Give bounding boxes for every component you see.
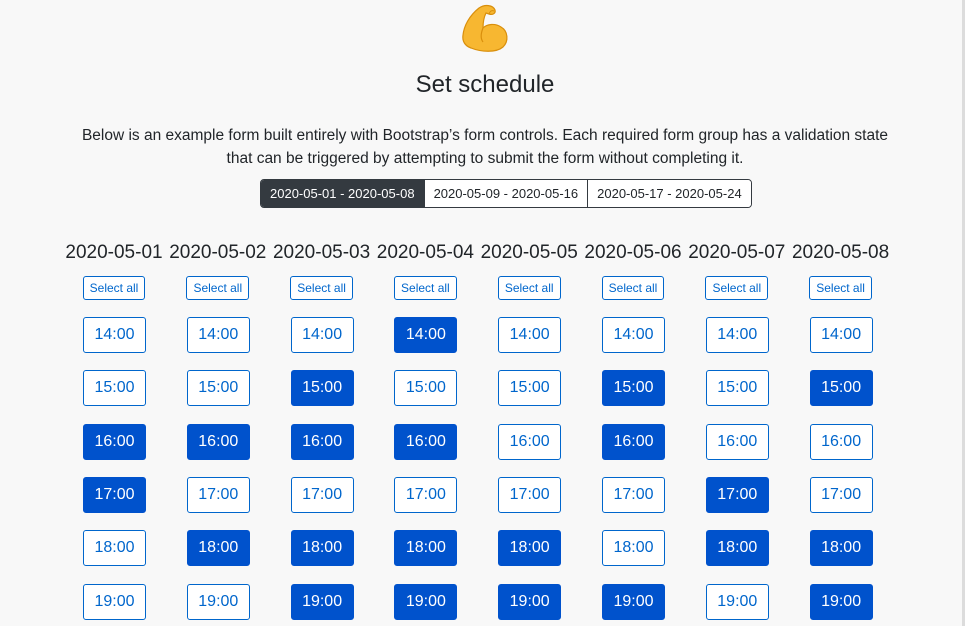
day-header: 2020-05-08 xyxy=(791,242,890,263)
day-column: 2020-05-01 Select all 14:00 15:00 16:00 17:00… xyxy=(62,240,166,620)
day-column: 2020-05-02 Select all 14:00 15:00 16:00 17:00… xyxy=(166,240,270,620)
time-slot-button[interactable]: 17:00 xyxy=(705,476,769,513)
week-tab[interactable]: 2020-05-01 - 2020-05-08 xyxy=(261,180,424,207)
time-slot-button[interactable]: 16:00 xyxy=(602,423,665,460)
time-slot-button[interactable]: 14:00 xyxy=(83,317,146,353)
day-column: 2020-05-05 Select all 14:00 15:00 16:00 17:00… xyxy=(477,240,581,620)
time-slot-button[interactable]: 14:00 xyxy=(809,317,873,353)
time-slot-button[interactable]: 15:00 xyxy=(705,370,769,407)
time-slot-button[interactable]: 19:00 xyxy=(83,583,146,620)
week-range-selector: 2020-05-01 - 2020-05-08 2020-05-09 - 2020… xyxy=(260,179,752,208)
time-slot-button[interactable]: 17:00 xyxy=(394,476,458,513)
time-slot-button[interactable]: 18:00 xyxy=(186,530,250,567)
time-slot-button[interactable]: 15:00 xyxy=(498,370,562,407)
time-slot-button[interactable]: 17:00 xyxy=(83,476,146,513)
time-slot-button[interactable]: 19:00 xyxy=(186,583,250,620)
time-slot-button[interactable]: 19:00 xyxy=(394,583,458,620)
time-slot-button[interactable]: 18:00 xyxy=(290,530,354,567)
day-column: 2020-05-07 Select all 14:00 15:00 16:00 17:00… xyxy=(685,240,789,620)
description-text: Below is an example form built entirely … xyxy=(81,127,889,167)
select-all-button[interactable]: Select all xyxy=(601,276,665,300)
time-slot-button[interactable]: 15:00 xyxy=(394,370,458,407)
time-slot-button[interactable]: 14:00 xyxy=(705,317,769,353)
time-slot-button[interactable]: 16:00 xyxy=(186,423,250,460)
time-slot-button[interactable]: 19:00 xyxy=(602,583,665,620)
day-header: 2020-05-02 xyxy=(169,242,267,263)
time-slot-button[interactable]: 16:00 xyxy=(394,423,458,460)
time-slot-button[interactable]: 18:00 xyxy=(394,530,458,567)
time-slot-button[interactable]: 14:00 xyxy=(498,317,562,353)
day-column: 2020-05-06 Select all 14:00 15:00 16:00 17:00… xyxy=(581,240,685,620)
time-slot-button[interactable]: 14:00 xyxy=(394,317,458,353)
time-slot-button[interactable]: 17:00 xyxy=(186,476,250,513)
day-header: 2020-05-01 xyxy=(65,242,163,263)
flexed-biceps-icon xyxy=(462,4,508,52)
time-slot-button[interactable]: 16:00 xyxy=(809,423,873,460)
time-slot-button[interactable]: 17:00 xyxy=(809,476,873,513)
time-slot-button[interactable]: 18:00 xyxy=(498,530,562,567)
time-slot-button[interactable]: 14:00 xyxy=(290,317,354,353)
time-slot-button[interactable]: 18:00 xyxy=(705,530,769,567)
time-slot-button[interactable]: 15:00 xyxy=(602,370,665,407)
day-column: 2020-05-08 Select all 14:00 15:00 16:00 17:00… xyxy=(789,240,893,620)
time-slot-button[interactable]: 18:00 xyxy=(602,530,665,567)
time-slot-button[interactable]: 14:00 xyxy=(186,317,250,353)
time-slot-button[interactable]: 15:00 xyxy=(186,370,250,407)
week-tab[interactable]: 2020-05-09 - 2020-05-16 xyxy=(423,180,588,207)
select-all-button[interactable]: Select all xyxy=(394,276,457,300)
day-column: 2020-05-03 Select all 14:00 15:00 16:00 17:00… xyxy=(270,240,374,620)
week-tab[interactable]: 2020-05-17 - 2020-05-24 xyxy=(587,180,751,207)
time-slot-button[interactable]: 15:00 xyxy=(290,370,354,407)
time-slot-button[interactable]: 18:00 xyxy=(809,530,873,567)
select-all-button[interactable]: Select all xyxy=(705,276,769,300)
time-slot-button[interactable]: 17:00 xyxy=(498,476,562,513)
time-slot-button[interactable]: 17:00 xyxy=(602,476,665,513)
day-header: 2020-05-05 xyxy=(480,242,578,263)
time-slot-button[interactable]: 17:00 xyxy=(290,476,354,513)
select-all-button[interactable]: Select all xyxy=(290,276,353,300)
day-header: 2020-05-03 xyxy=(272,242,371,263)
day-header: 2020-05-04 xyxy=(376,242,474,263)
select-all-button[interactable]: Select all xyxy=(186,276,250,300)
time-slot-button[interactable]: 19:00 xyxy=(705,583,769,620)
time-slot-button[interactable]: 19:00 xyxy=(809,583,873,620)
time-slot-button[interactable]: 16:00 xyxy=(705,423,769,460)
select-all-button[interactable]: Select all xyxy=(497,276,561,300)
time-slot-button[interactable]: 16:00 xyxy=(83,423,146,460)
time-slot-button[interactable]: 18:00 xyxy=(83,530,146,567)
day-header: 2020-05-06 xyxy=(584,242,682,263)
time-slot-button[interactable]: 14:00 xyxy=(602,317,665,353)
page-title: Set schedule xyxy=(415,71,555,98)
time-slot-button[interactable]: 15:00 xyxy=(83,370,146,407)
time-slot-button[interactable]: 16:00 xyxy=(290,423,354,460)
time-slot-button[interactable]: 19:00 xyxy=(290,583,354,620)
day-header: 2020-05-07 xyxy=(688,242,786,263)
time-slot-button[interactable]: 15:00 xyxy=(809,370,873,407)
time-slot-button[interactable]: 19:00 xyxy=(498,583,562,620)
time-slot-button[interactable]: 16:00 xyxy=(498,423,562,460)
day-column: 2020-05-04 Select all 14:00 15:00 16:00 17:00… xyxy=(373,240,477,620)
select-all-button[interactable]: Select all xyxy=(82,276,146,300)
select-all-button[interactable]: Select all xyxy=(809,276,872,300)
